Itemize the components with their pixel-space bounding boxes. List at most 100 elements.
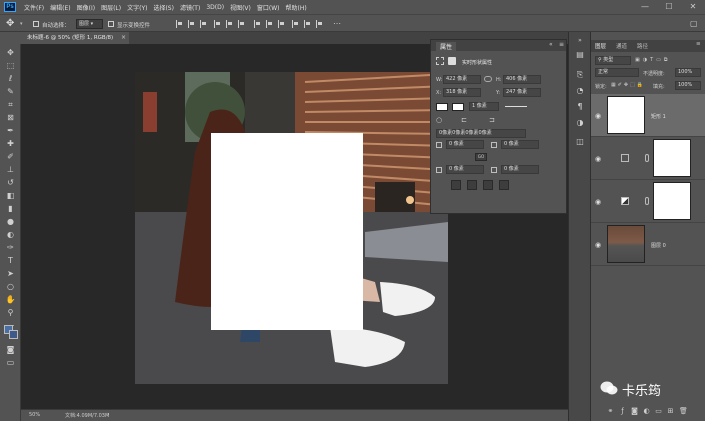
transform-controls-checkbox[interactable] <box>108 21 114 27</box>
zoom-level[interactable]: 50% <box>29 412 40 418</box>
link-layers-icon[interactable]: ⚭ <box>607 408 614 415</box>
tab-channels[interactable]: 通道 <box>616 42 627 50</box>
status-arrow-icon[interactable]: › <box>107 411 109 418</box>
visibility-eye-icon[interactable]: ◉ <box>595 155 603 163</box>
link-corners-button[interactable]: GO <box>475 153 487 161</box>
width-field[interactable]: 422 像素 <box>443 75 481 84</box>
quick-mask-icon[interactable]: ◙ <box>5 345 16 355</box>
tool-preset-dropdown-icon[interactable]: ▾ <box>20 21 23 27</box>
layer-style-icon[interactable]: ƒ <box>619 408 626 415</box>
layer-mask-thumbnail[interactable] <box>653 182 691 220</box>
menu-select[interactable]: 选择(S) <box>153 3 174 12</box>
history-brush-icon[interactable]: ↺ <box>5 178 16 188</box>
stroke-width-field[interactable]: 1 像素 <box>469 102 499 111</box>
history-icon[interactable]: ⎘ <box>575 70 585 79</box>
layer-row-photo[interactable]: ◉ 图层 0 <box>591 223 705 266</box>
visibility-eye-icon[interactable]: ◉ <box>595 241 603 249</box>
move-icon[interactable]: ✥ <box>5 48 16 58</box>
corner-bl-field[interactable]: 0 像素 <box>446 165 484 174</box>
path-intersect-icon[interactable] <box>483 180 493 190</box>
menu-window[interactable]: 窗口(W) <box>257 3 280 12</box>
auto-align-icon[interactable]: ⋯ <box>333 19 342 28</box>
chain-link-icon[interactable] <box>645 197 649 205</box>
distribute-left-icon[interactable] <box>292 20 299 28</box>
move-tool-icon[interactable]: ✥ <box>6 18 18 30</box>
menu-file[interactable]: 文件(F) <box>24 3 44 12</box>
corner-tl-field[interactable]: 0 像素 <box>446 140 484 149</box>
menu-edit[interactable]: 编辑(E) <box>50 3 70 12</box>
visibility-eye-icon[interactable]: ◉ <box>595 112 603 120</box>
color-icon[interactable]: ◑ <box>575 118 585 127</box>
layer-mask-thumbnail[interactable] <box>653 139 691 177</box>
panel-menu-icon[interactable]: ≡ <box>559 41 564 48</box>
menu-view[interactable]: 视图(V) <box>230 3 251 12</box>
stroke-type-line-icon[interactable] <box>505 106 527 107</box>
eraser-icon[interactable]: ◧ <box>5 191 16 201</box>
adjustments-icon[interactable]: ◔ <box>575 86 585 95</box>
stroke-align-icon[interactable]: ○ <box>436 116 445 125</box>
collapse-panel-icon[interactable]: « <box>549 41 553 48</box>
align-right-icon[interactable] <box>200 20 207 28</box>
new-layer-icon[interactable]: ⊞ <box>667 408 674 415</box>
layers-menu-icon[interactable]: ≡ <box>696 41 701 47</box>
distribute-top-icon[interactable] <box>254 20 261 28</box>
add-mask-icon[interactable]: ◙ <box>631 408 638 415</box>
marquee-icon[interactable]: ⬚ <box>5 61 16 71</box>
minimize-button[interactable]: — <box>633 0 657 14</box>
frame-icon[interactable]: ⊠ <box>5 113 16 123</box>
layer-filter-icons[interactable]: ▣◑T▭⧉ <box>635 57 701 64</box>
link-icon[interactable] <box>484 76 492 82</box>
shape-properties-icon[interactable] <box>436 57 444 65</box>
corner-tr-field[interactable]: 0 像素 <box>501 140 539 149</box>
new-adjustment-icon[interactable]: ◐ <box>643 408 650 415</box>
stroke-join-icon[interactable]: ⊐ <box>489 116 498 125</box>
new-group-icon[interactable]: ▭ <box>655 408 662 415</box>
eyedropper-icon[interactable]: ✒ <box>5 126 16 136</box>
tab-layers[interactable]: 图层 <box>595 42 606 50</box>
menu-filter[interactable]: 滤镜(T) <box>180 3 200 12</box>
menu-image[interactable]: 图像(I) <box>77 3 95 12</box>
crop-icon[interactable]: ⌗ <box>5 100 16 110</box>
path-exclude-icon[interactable] <box>499 180 509 190</box>
maximize-button[interactable]: ☐ <box>657 0 681 14</box>
layer-row-adjustment-2[interactable]: ◉ <box>591 180 705 223</box>
gradient-icon[interactable]: ▮ <box>5 204 16 214</box>
type-icon[interactable]: T <box>5 256 16 266</box>
white-rectangle-shape[interactable] <box>211 133 363 330</box>
healing-brush-icon[interactable]: ✚ <box>5 139 16 149</box>
auto-select-dropdown[interactable]: 图层 ▾ <box>76 19 103 29</box>
blur-icon[interactable]: ● <box>5 217 16 227</box>
x-field[interactable]: 318 像素 <box>443 88 481 97</box>
y-field[interactable]: 247 像素 <box>503 88 541 97</box>
stroke-color-swatch[interactable] <box>452 103 464 111</box>
trash-icon[interactable]: 🗑 <box>679 408 688 415</box>
distribute-bottom-icon[interactable] <box>278 20 285 28</box>
layer-kind-filter[interactable]: ⚲ 类型 <box>595 56 631 65</box>
corner-br-field[interactable]: 0 像素 <box>501 165 539 174</box>
align-center-icon[interactable] <box>188 20 195 28</box>
document-tab[interactable]: 未标题-6 @ 50% (矩形 1, RGB/8) <box>21 32 121 44</box>
menu-layer[interactable]: 图层(L) <box>101 3 121 12</box>
hand-icon[interactable]: ✋ <box>5 295 16 305</box>
quick-select-icon[interactable]: ✎ <box>5 87 16 97</box>
corner-radius-all-field[interactable]: 0像素0像素0像素0像素 <box>436 129 526 138</box>
shape-icon[interactable]: ○ <box>5 282 16 292</box>
close-window-button[interactable]: ✕ <box>681 0 705 14</box>
blend-mode-dropdown[interactable]: 正常 <box>595 68 639 77</box>
clone-stamp-icon[interactable]: ⊥ <box>5 165 16 175</box>
zoom-icon[interactable]: ⚲ <box>5 308 16 318</box>
lasso-icon[interactable]: ℓ <box>5 74 16 84</box>
brush-icon[interactable]: ✐ <box>5 152 16 162</box>
distribute-center-icon[interactable] <box>304 20 311 28</box>
tab-paths[interactable]: 路径 <box>637 42 648 50</box>
distribute-middle-icon[interactable] <box>266 20 273 28</box>
opacity-field[interactable]: 100% <box>675 68 701 77</box>
fill-color-swatch[interactable] <box>436 103 448 111</box>
align-left-icon[interactable] <box>176 20 183 28</box>
properties-tab[interactable]: 属性 <box>436 42 457 51</box>
align-middle-icon[interactable] <box>226 20 233 28</box>
visibility-eye-icon[interactable]: ◉ <box>595 198 603 206</box>
path-select-icon[interactable]: ➤ <box>5 269 16 279</box>
align-bottom-icon[interactable] <box>238 20 245 28</box>
menu-type[interactable]: 文字(Y) <box>127 3 147 12</box>
